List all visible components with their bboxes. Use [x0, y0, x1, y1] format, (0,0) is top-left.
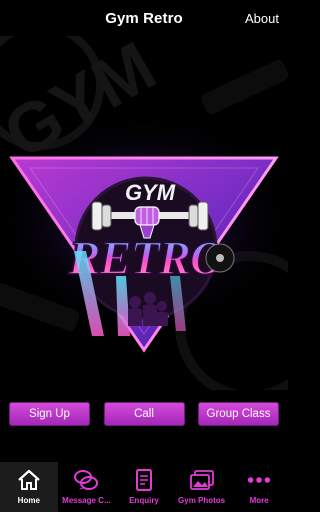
- action-buttons: Sign Up Call Group Class: [9, 402, 279, 426]
- tab-label: Gym Photos: [178, 496, 226, 505]
- group-class-button[interactable]: Group Class: [198, 402, 279, 426]
- about-button[interactable]: About: [245, 11, 279, 26]
- sign-up-button[interactable]: Sign Up: [9, 402, 90, 426]
- tab-label: More: [249, 496, 269, 505]
- bottom-tab-bar: Home Message C... Enquiry Gym Photos Mor…: [0, 462, 288, 512]
- hero-logo-area: GYM GYM RETRO: [0, 36, 288, 390]
- tab-home[interactable]: Home: [0, 462, 58, 512]
- more-dots-icon: [246, 469, 272, 491]
- call-button[interactable]: Call: [103, 402, 185, 426]
- page-title: Gym Retro: [105, 9, 183, 27]
- tab-enquiry[interactable]: Enquiry: [115, 462, 173, 512]
- tab-message-center[interactable]: Message C...: [58, 462, 116, 512]
- top-bar: Gym Retro About: [0, 0, 288, 36]
- svg-text:GYM: GYM: [125, 180, 176, 205]
- home-icon: [16, 469, 42, 491]
- chat-bubbles-icon: [73, 469, 99, 491]
- photos-icon: [189, 469, 215, 491]
- tab-more[interactable]: More: [230, 462, 288, 512]
- tab-label: Enquiry: [129, 496, 159, 505]
- tab-label: Message C...: [62, 496, 111, 505]
- form-icon: [131, 469, 157, 491]
- tab-gym-photos[interactable]: Gym Photos: [173, 462, 231, 512]
- tab-label: Home: [17, 496, 40, 505]
- gym-retro-logo: GYM GYM RETRO: [0, 36, 288, 390]
